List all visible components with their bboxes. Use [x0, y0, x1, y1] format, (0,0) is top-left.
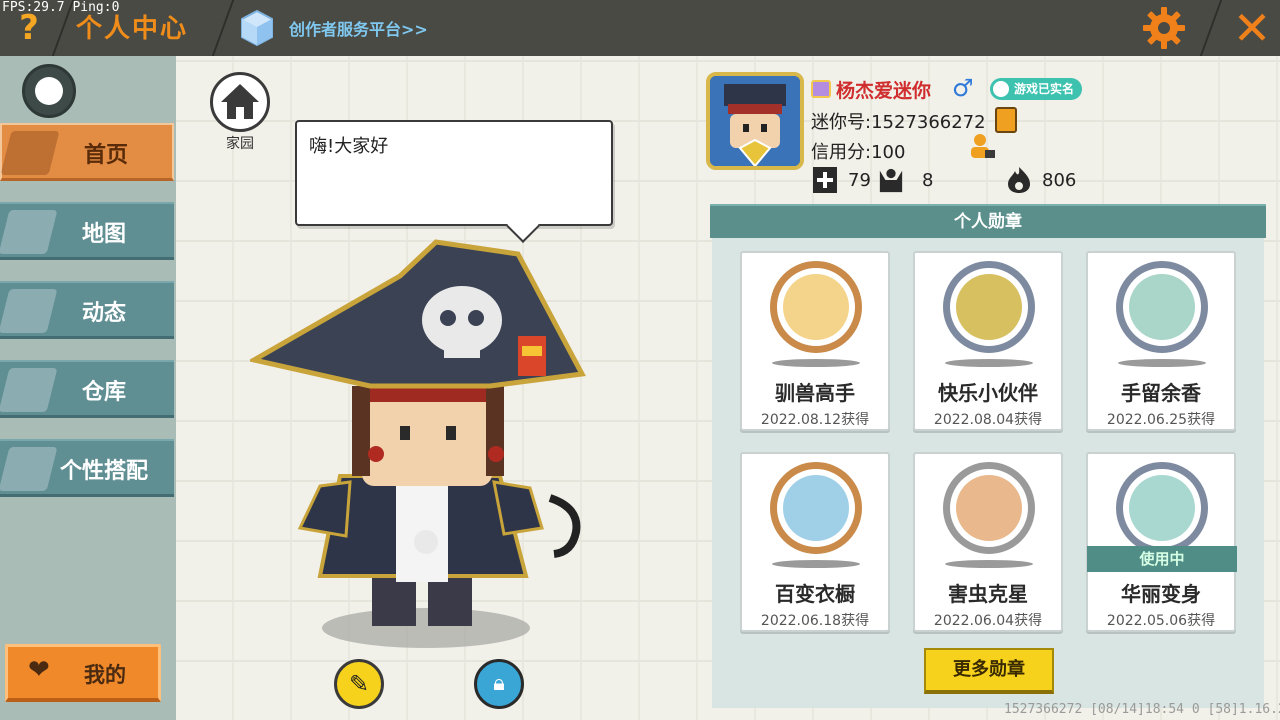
medal-date: 2022.05.06获得 [1106, 613, 1216, 629]
sidebar-item-label: 个性搭配 [59, 459, 148, 484]
sidebar-item-warehouse[interactable]: 仓库 [0, 360, 174, 418]
sidebar-item-map[interactable]: 地图 [0, 202, 174, 260]
medal-name: 驯兽高手 [775, 381, 855, 405]
mine-label: 我的 [84, 663, 126, 687]
vip-badge-icon [811, 80, 831, 98]
divider [211, 0, 235, 56]
medal-name: 害虫克星 [948, 582, 1028, 606]
sidebar-item-home[interactable]: 首页 [0, 123, 174, 181]
medal-date: 2022.08.12获得 [760, 412, 870, 428]
medal-card[interactable]: 害虫克星 2022.06.04获得 [913, 452, 1063, 632]
help-button[interactable]: ? [12, 6, 46, 50]
stat-heat-value: 806 [1042, 170, 1077, 191]
mini-id: 迷你号:1527366272 [811, 112, 986, 133]
medal-date: 2022.06.04获得 [933, 613, 1043, 629]
plus-icon [813, 167, 837, 193]
medal-icon [1116, 261, 1208, 353]
sidebar-item-label: 首页 [83, 143, 128, 168]
medal-icon [943, 462, 1035, 554]
fans-icon [879, 168, 903, 193]
sidebar-item-label: 仓库 [81, 380, 126, 405]
sidebar-item-feed[interactable]: 动态 [0, 281, 174, 339]
medal-name: 华丽变身 [1121, 582, 1201, 606]
cube-icon[interactable] [240, 9, 274, 47]
flame-icon [1008, 167, 1030, 193]
divider [1199, 0, 1223, 56]
in-use-badge: 使用中 [1087, 546, 1237, 572]
stat-plus-value: 79 [848, 170, 871, 191]
medal-shadow [772, 560, 860, 568]
speech-text: 嗨!大家好 [309, 136, 389, 157]
medal-card[interactable]: 快乐小伙伴 2022.08.04获得 [913, 251, 1063, 431]
medal-icon [1116, 462, 1208, 554]
warehouse-icon [0, 368, 58, 412]
sidebar-item-label: 动态 [81, 301, 126, 326]
more-medals-button[interactable]: 更多勋章 [924, 648, 1054, 694]
gear-icon[interactable] [1140, 4, 1188, 52]
copy-icon[interactable] [995, 107, 1017, 133]
puzzle-icon [0, 447, 58, 491]
medal-icon [770, 462, 862, 554]
pirate-avatar[interactable] [250, 236, 590, 656]
home-button[interactable] [210, 72, 270, 132]
house-icon [221, 84, 259, 119]
medal-name: 快乐小伙伴 [938, 381, 1038, 405]
medal-card[interactable]: 手留余香 2022.06.25获得 [1086, 251, 1236, 431]
username: 杨杰爱迷你 [836, 80, 932, 102]
verified-badge: 游戏已实名 [990, 78, 1083, 100]
medal-date: 2022.08.04获得 [933, 412, 1043, 428]
medal-shadow [1118, 359, 1206, 367]
stat-fans-value: 8 [922, 170, 934, 191]
credit-score: 信用分:100 [811, 142, 906, 163]
edit-icon[interactable]: ✎ [334, 659, 384, 709]
sidebar: 首页 地图 动态 仓库 个性搭配 ❤ 我的 [0, 56, 176, 720]
medal-card[interactable]: 驯兽高手 2022.08.12获得 [740, 251, 890, 431]
close-icon[interactable]: ✕ [1228, 2, 1276, 54]
page-title: 个人中心 [76, 14, 189, 44]
map-icon [0, 210, 58, 254]
male-icon: ♂ [952, 74, 974, 102]
medal-name: 手留余香 [1121, 381, 1201, 405]
medals-header: 个人勋章 [710, 204, 1266, 238]
home-label: 家园 [226, 136, 254, 152]
lock-icon[interactable]: 🔒︎ [474, 659, 524, 709]
medal-icon [770, 261, 862, 353]
mine-button[interactable]: ❤ 我的 [5, 644, 161, 702]
heart-icon: ❤ [28, 655, 50, 685]
medal-shadow [945, 359, 1033, 367]
shirt-icon [0, 131, 60, 175]
portrait-image [710, 76, 800, 166]
medal-name: 百变衣橱 [775, 582, 855, 606]
medal-shadow [945, 560, 1033, 568]
top-bar: FPS:29.7 Ping:0 ? 个人中心 创作者服务平台>> ✕ [0, 0, 1280, 56]
add-friend-icon[interactable] [968, 132, 996, 160]
medal-date: 2022.06.25获得 [1106, 412, 1216, 428]
sidebar-item-outfit[interactable]: 个性搭配 [0, 439, 174, 497]
medal-icon [943, 261, 1035, 353]
sidebar-item-label: 地图 [81, 222, 126, 247]
footer-info: 1527366272 [08/14]18:54 0 [58]1.16.2 [1004, 702, 1280, 717]
bell-icon [0, 289, 58, 333]
medal-shadow [772, 359, 860, 367]
toggle-switch[interactable] [22, 64, 76, 118]
creator-platform-link[interactable]: 创作者服务平台>> [289, 16, 428, 40]
speech-bubble[interactable]: 嗨!大家好 [295, 120, 613, 226]
medal-date: 2022.06.18获得 [760, 613, 870, 629]
avatar[interactable] [706, 72, 804, 170]
medal-card[interactable]: 使用中 华丽变身 2022.05.06获得 [1086, 452, 1237, 632]
medal-card[interactable]: 百变衣橱 2022.06.18获得 [740, 452, 890, 632]
